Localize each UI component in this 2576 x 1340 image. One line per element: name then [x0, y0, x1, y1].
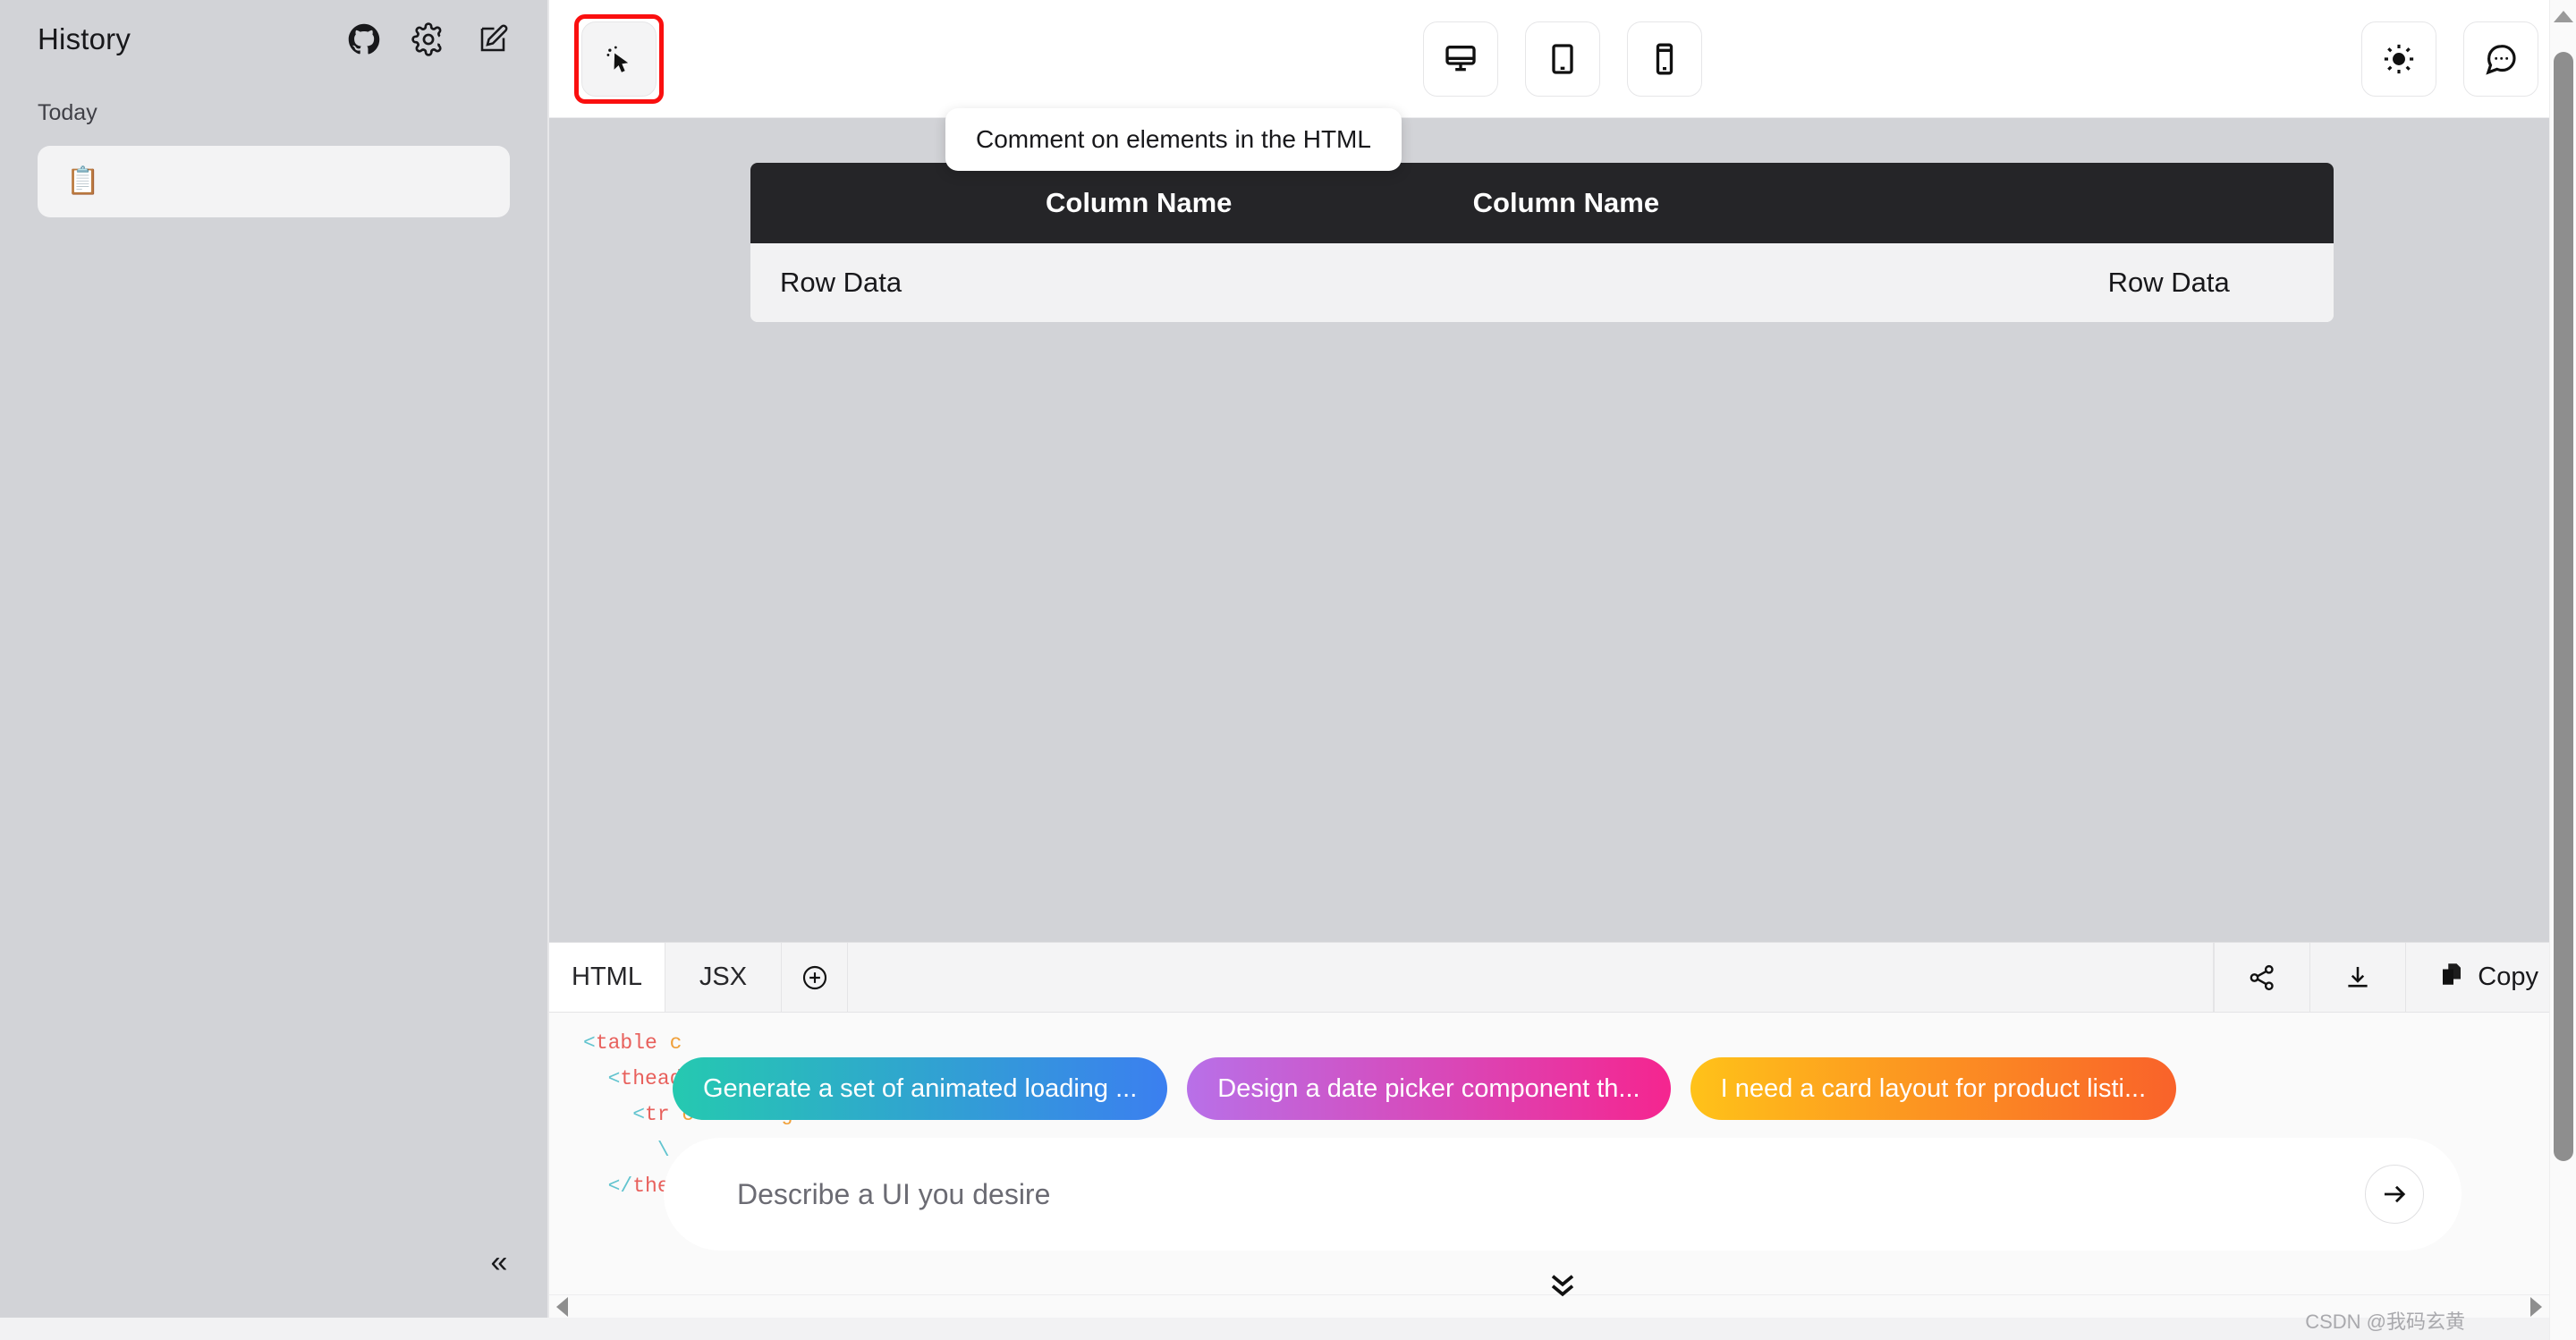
toolbar-left-group	[549, 14, 664, 104]
page-title: History	[38, 22, 131, 56]
sidebar-header: History	[0, 0, 547, 63]
history-list: 📋	[0, 126, 547, 217]
code-action-group: Copy	[2214, 943, 2576, 1012]
viewport-switcher	[1423, 21, 1702, 97]
history-sidebar: History Today 📋 «	[0, 0, 547, 1318]
suggestion-label: Design a date picker component th...	[1217, 1074, 1640, 1104]
gear-icon[interactable]	[410, 21, 447, 58]
prompt-box	[664, 1138, 2462, 1251]
suggestion-pill[interactable]: Generate a set of animated loading ...	[673, 1057, 1167, 1120]
watermark: CSDN @我码玄黄	[2305, 1306, 2465, 1335]
plus-circle-icon[interactable]	[782, 943, 848, 1012]
suggestion-label: Generate a set of animated loading ...	[703, 1074, 1137, 1104]
preview-canvas: Column Name Column Name Row Data Row Dat…	[549, 118, 2576, 942]
table-head: Column Name Column Name	[750, 163, 2334, 243]
prompt-input[interactable]	[737, 1178, 2365, 1211]
window-scrollbar-thumb[interactable]	[2554, 52, 2573, 1161]
clipboard-icon: 📋	[66, 168, 99, 195]
tab-jsx[interactable]: JSX	[665, 943, 782, 1012]
column-header: Column Name	[750, 163, 1285, 243]
send-button[interactable]	[2365, 1165, 2424, 1224]
table-header-row: Column Name Column Name	[750, 163, 2334, 243]
toolbar-right-group	[2361, 21, 2576, 97]
sidebar-icon-group	[345, 21, 512, 58]
comment-tool-tooltip: Comment on elements in the HTML	[945, 108, 1402, 171]
download-icon[interactable]	[2310, 943, 2406, 1012]
comment-tool-highlight	[574, 14, 664, 104]
prompt-overlay: Generate a set of animated loading ... D…	[549, 1057, 2576, 1318]
tab-bar-spacer	[848, 943, 2214, 1012]
sun-icon[interactable]	[2361, 21, 2436, 97]
comment-on-elements-button[interactable]	[581, 21, 657, 97]
suggestion-pills: Generate a set of animated loading ... D…	[549, 1057, 2576, 1138]
app-root: History Today 📋 «	[0, 0, 2576, 1340]
copy-label: Copy	[2478, 963, 2538, 992]
suggestion-pill[interactable]: I need a card layout for product listi..…	[1690, 1057, 2177, 1120]
window-bottom-strip	[0, 1318, 2576, 1340]
tablet-icon[interactable]	[1525, 21, 1600, 97]
share-icon[interactable]	[2214, 943, 2310, 1012]
preview-toolbar: Comment on elements in the HTML	[549, 0, 2576, 118]
expand-handle	[549, 1251, 2576, 1318]
table-body: Row Data Row Data	[750, 243, 2334, 322]
double-chevron-down-icon[interactable]	[1543, 1263, 1582, 1307]
edit-icon[interactable]	[474, 21, 512, 58]
history-section-label: Today	[0, 63, 547, 126]
copy-icon	[2438, 961, 2465, 995]
prompt-row	[549, 1138, 2576, 1251]
code-panel: HTML JSX Co	[549, 942, 2576, 1318]
table-cell: Row Data	[750, 243, 1285, 322]
preview-table: Column Name Column Name Row Data Row Dat…	[750, 163, 2334, 322]
preview-content: Column Name Column Name Row Data Row Dat…	[750, 163, 2334, 322]
column-header: Column Name	[1285, 163, 2334, 243]
main-panel: Comment on elements in the HTML Column N…	[547, 0, 2576, 1318]
chat-bubble-icon[interactable]	[2463, 21, 2538, 97]
code-tab-bar: HTML JSX Co	[549, 943, 2576, 1013]
tab-html[interactable]: HTML	[549, 943, 665, 1012]
list-item[interactable]: 📋	[38, 146, 510, 217]
table-row: Row Data Row Data	[750, 243, 2334, 322]
table-cell: Row Data	[1285, 243, 2334, 322]
suggestion-label: I need a card layout for product listi..…	[1721, 1074, 2147, 1104]
sidebar-collapse-button[interactable]: «	[475, 1241, 521, 1284]
window-scroll-up-arrow-icon[interactable]	[2554, 11, 2573, 22]
github-icon[interactable]	[345, 21, 383, 58]
window-scrollbar[interactable]	[2549, 0, 2576, 1340]
desktop-icon[interactable]	[1423, 21, 1498, 97]
suggestion-pill[interactable]: Design a date picker component th...	[1187, 1057, 1670, 1120]
mobile-icon[interactable]	[1627, 21, 1702, 97]
